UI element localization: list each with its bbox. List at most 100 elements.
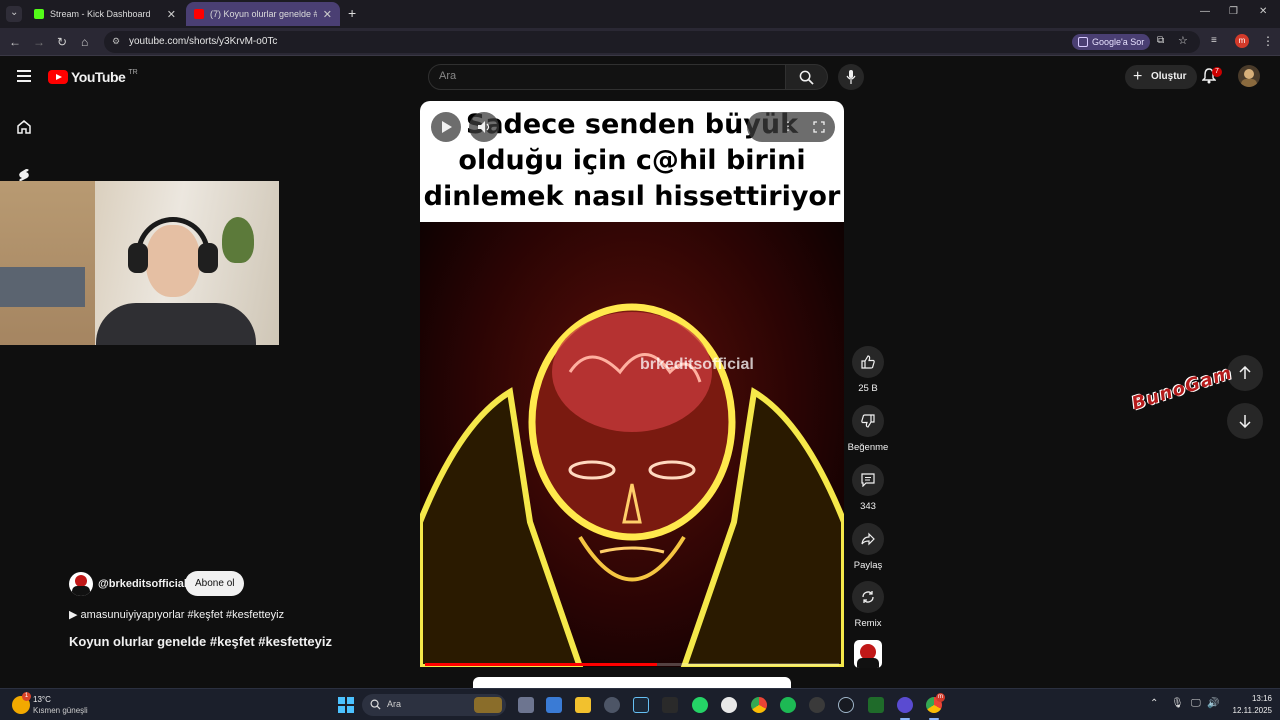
comments-button[interactable] <box>852 464 884 496</box>
thumbs-down-icon <box>861 414 875 428</box>
forward-icon[interactable]: → <box>33 35 45 49</box>
windows-start-icon[interactable] <box>338 697 354 713</box>
hamburger-menu-icon[interactable] <box>17 70 31 82</box>
weather-temperature[interactable]: 13°C <box>33 695 51 704</box>
account-avatar[interactable] <box>1238 65 1260 87</box>
search-input[interactable] <box>439 70 769 82</box>
clock-date[interactable]: 12.11.2025 <box>1226 706 1272 715</box>
site-info-icon[interactable]: ⚙ <box>112 36 120 47</box>
network-icon[interactable]: 🖵 <box>1191 698 1201 709</box>
tab-title: Stream - Kick Dashboard <box>50 9 151 19</box>
github-icon[interactable] <box>809 697 825 713</box>
settings-icon[interactable] <box>604 697 620 713</box>
remix-label: Remix <box>854 618 882 629</box>
steam-icon[interactable] <box>633 697 649 713</box>
channel-avatar[interactable] <box>69 572 93 596</box>
file-explorer-icon[interactable] <box>575 697 591 713</box>
voice-search-button[interactable] <box>838 64 864 90</box>
new-tab-icon[interactable]: + <box>348 5 356 21</box>
close-window-icon[interactable]: ✕ <box>1259 6 1267 17</box>
minimize-icon[interactable]: — <box>1200 6 1210 17</box>
comment-icon <box>861 473 875 487</box>
obs-icon[interactable] <box>897 697 913 713</box>
tab-kick-dashboard[interactable]: Stream - Kick Dashboard ✕ <box>26 2 184 26</box>
menu-kebab-icon[interactable]: ⋮ <box>1262 34 1274 48</box>
google-ask-label: Google'a Sor <box>1092 37 1145 47</box>
tray-overflow-icon[interactable]: ⌃ <box>1150 698 1158 709</box>
chatgpt-icon[interactable] <box>721 697 737 713</box>
search-highlight-image <box>474 697 502 713</box>
dislike-button[interactable] <box>852 405 884 437</box>
kick-app-icon[interactable] <box>868 697 884 713</box>
fullscreen-icon[interactable] <box>813 121 825 133</box>
streamer-shirt <box>96 303 256 345</box>
shorts-player[interactable]: Sadece senden büyük olduğu için c@hil bi… <box>420 101 844 667</box>
subscribe-button[interactable]: Abone ol <box>185 571 245 596</box>
headset-cup-left <box>128 243 148 273</box>
reload-icon[interactable]: ↻ <box>57 35 67 49</box>
caption-line: dinlemek nasıl hissettiriyor <box>423 181 841 212</box>
search-box[interactable] <box>428 64 786 90</box>
channel-thumbnail[interactable] <box>854 640 882 668</box>
taskbar-search[interactable]: Ara <box>362 694 506 716</box>
share-action[interactable]: Paylaş <box>850 523 886 571</box>
thumbs-up-icon <box>861 355 875 369</box>
clock-time[interactable]: 13:16 <box>1226 694 1272 703</box>
dislike-action[interactable]: Beğenme <box>848 405 888 453</box>
sidebar-home-icon[interactable] <box>16 119 32 135</box>
comments-action[interactable]: 343 <box>850 464 886 512</box>
share-button[interactable] <box>852 523 884 555</box>
omnibox[interactable]: ⚙ youtube.com/shorts/y3KrvM-o0Tc Google'… <box>104 31 1200 53</box>
google-ask-button[interactable]: Google'a Sor <box>1072 34 1151 50</box>
previous-short-button[interactable] <box>1227 355 1263 391</box>
close-icon[interactable]: ✕ <box>167 8 176 21</box>
spotify-icon[interactable] <box>780 697 796 713</box>
url-text[interactable]: youtube.com/shorts/y3KrvM-o0Tc <box>129 36 277 47</box>
video-watermark: brkeditsofficial <box>640 356 754 373</box>
chrome-icon[interactable] <box>751 697 767 713</box>
remix-action[interactable]: Remix <box>850 581 886 629</box>
like-action[interactable]: 25 B <box>850 346 886 394</box>
install-app-icon[interactable]: ⧉ <box>1157 35 1164 46</box>
tab-search-button[interactable]: ⌄ <box>6 6 22 22</box>
volume-button[interactable] <box>469 112 499 142</box>
browser-tab-bar: ⌄ Stream - Kick Dashboard ✕ (7) Koyun ol… <box>0 0 1280 28</box>
search-icon <box>799 70 814 85</box>
microphone-tray-icon[interactable]: 🎙 <box>1171 698 1184 709</box>
media-controls-icon[interactable]: ≡ <box>1211 35 1217 46</box>
playback-progress-bar[interactable] <box>425 663 839 666</box>
restore-icon[interactable]: ❐ <box>1229 6 1238 17</box>
arrow-up-icon <box>1239 366 1251 379</box>
like-button[interactable] <box>852 346 884 378</box>
music-ticker[interactable]: ▶ amasunuiyiyapıyorlar #keşfet #kesfette… <box>69 608 284 621</box>
task-view-icon[interactable] <box>518 697 534 713</box>
arrow-down-icon <box>1239 415 1251 428</box>
home-icon[interactable]: ⌂ <box>81 35 88 49</box>
address-toolbar: ← → ↻ ⌂ ⚙ youtube.com/shorts/y3KrvM-o0Tc… <box>0 28 1280 56</box>
windows-taskbar: 1 13°C Kısmen güneşli Ara m ⌃ 🎙 🖵 🔊 13:1… <box>0 688 1280 720</box>
store-icon[interactable] <box>546 697 562 713</box>
youtube-header: YouTube TR + Oluştur 7 <box>0 56 1280 98</box>
share-label: Paylaş <box>853 560 883 571</box>
create-button[interactable]: + Oluştur <box>1125 65 1197 89</box>
back-icon[interactable]: ← <box>9 35 21 49</box>
stream-overlay-logo: BunoGam <box>1129 362 1236 415</box>
weather-description[interactable]: Kısmen güneşli <box>33 706 88 715</box>
more-options-icon[interactable]: ⋮ <box>782 119 794 133</box>
caption-line: olduğu için c@hil birini <box>458 145 806 176</box>
channel-name[interactable]: @brkeditsofficial <box>98 578 187 590</box>
play-button[interactable] <box>431 112 461 142</box>
remix-button[interactable] <box>852 581 884 613</box>
tab-youtube-short[interactable]: (7) Koyun olurlar genelde #keşf ✕ <box>186 2 340 26</box>
sidebar-shorts-icon[interactable] <box>17 168 31 182</box>
next-short-button[interactable] <box>1227 403 1263 439</box>
youtube-logo[interactable]: YouTube TR <box>48 69 138 85</box>
volume-tray-icon[interactable]: 🔊 <box>1207 698 1219 709</box>
profile-avatar[interactable]: m <box>1235 34 1249 48</box>
whatsapp-icon[interactable] <box>692 697 708 713</box>
bookmark-star-icon[interactable]: ☆ <box>1178 34 1188 47</box>
epic-games-icon[interactable] <box>662 697 678 713</box>
search-button[interactable] <box>786 64 828 90</box>
steam-client-icon[interactable] <box>838 697 854 713</box>
close-icon[interactable]: ✕ <box>323 8 332 21</box>
